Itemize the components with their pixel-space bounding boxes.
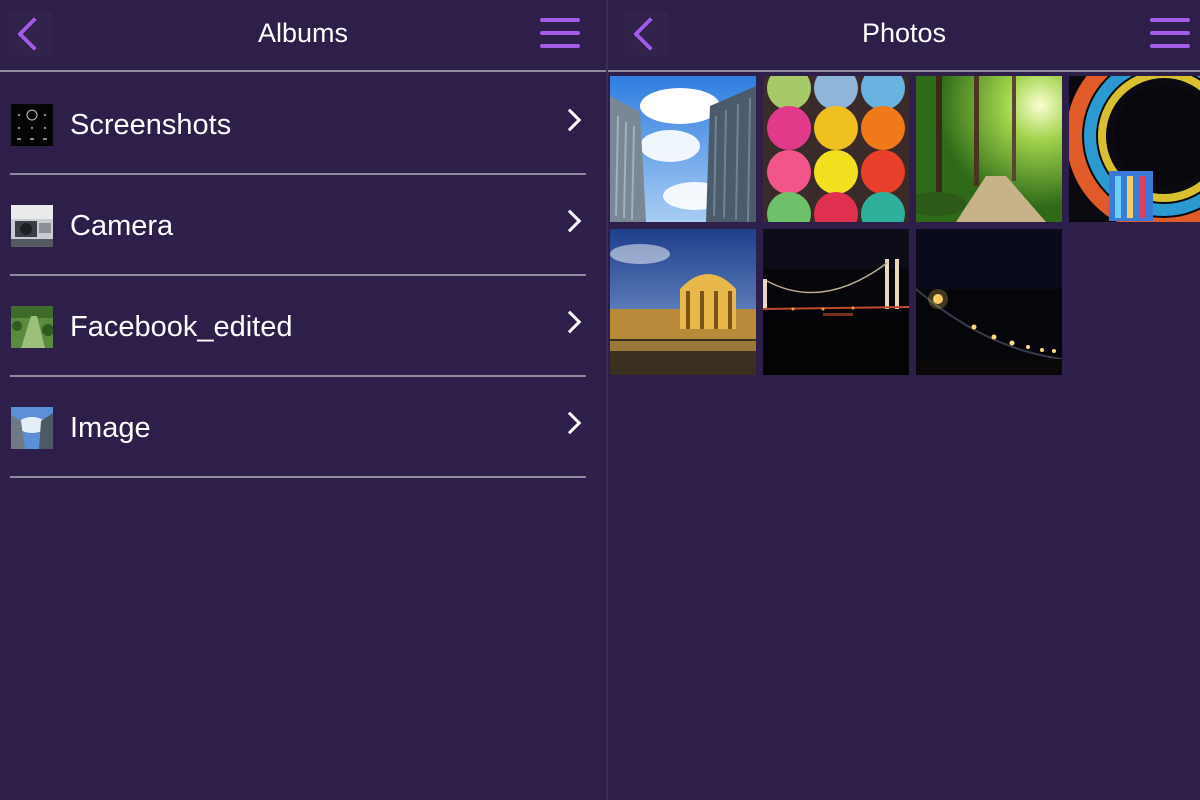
- photo-sunlit-forest[interactable]: [916, 76, 1062, 222]
- album-label: Facebook_edited: [70, 311, 293, 343]
- camera-thumbnail: [11, 205, 53, 247]
- album-row-screenshots[interactable]: Screenshots: [10, 74, 586, 175]
- screenshot-thumbnail: [11, 104, 53, 146]
- album-row-camera[interactable]: Camera: [10, 175, 586, 276]
- chevron-right-icon: [558, 209, 582, 233]
- photo-palace-of-fine-arts[interactable]: [610, 229, 756, 375]
- chevron-right-icon: [558, 411, 582, 435]
- albums-pane: Albums Screenshots Camera Facebook_edite…: [0, 0, 606, 800]
- photos-title: Photos: [861, 18, 947, 48]
- chevron-right-icon: [558, 310, 582, 334]
- album-label: Image: [70, 412, 151, 444]
- photo-night-street-lights[interactable]: [916, 229, 1062, 375]
- photo-skyscrapers-sky[interactable]: [610, 76, 756, 222]
- albums-title: Albums: [257, 18, 349, 48]
- photo-bridge-at-night[interactable]: [763, 229, 909, 375]
- photo-stained-glass-dome[interactable]: [1069, 76, 1200, 222]
- albums-header: Albums: [0, 0, 606, 72]
- album-label: Screenshots: [70, 109, 232, 141]
- skyscraper-thumbnail: [11, 407, 53, 449]
- album-row-image[interactable]: Image: [10, 377, 586, 478]
- chevron-right-icon: [558, 108, 582, 132]
- album-row-facebook-edited[interactable]: Facebook_edited: [10, 276, 586, 377]
- photos-pane: Photos: [608, 0, 1200, 800]
- album-label: Camera: [70, 210, 174, 242]
- hamburger-menu-icon[interactable]: [1150, 16, 1192, 54]
- album-list: Screenshots Camera Facebook_edited Image: [10, 74, 586, 478]
- photos-header: Photos: [608, 0, 1200, 72]
- photo-colorful-yarn[interactable]: [763, 76, 909, 222]
- hamburger-menu-icon[interactable]: [540, 16, 582, 54]
- garden-thumbnail: [11, 306, 53, 348]
